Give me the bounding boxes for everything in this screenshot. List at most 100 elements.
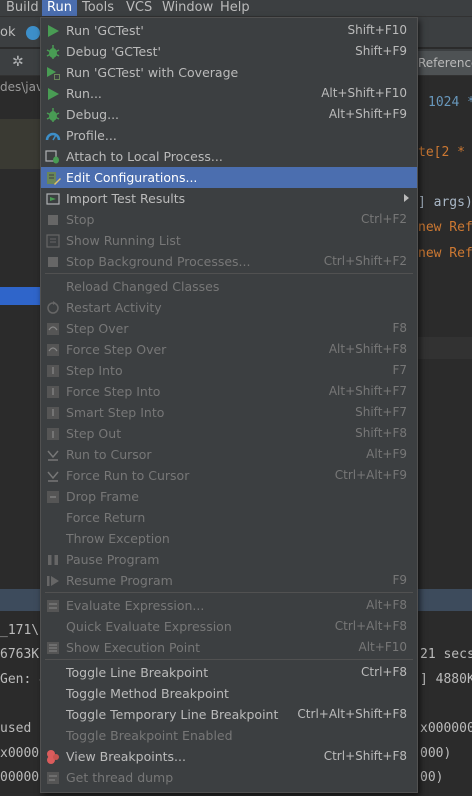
- menu-item-label: Toggle Method Breakpoint: [66, 686, 229, 701]
- menu-item-label: Evaluate Expression...: [66, 598, 205, 613]
- menu-window[interactable]: Window: [162, 0, 213, 16]
- menu-item-shortcut: Ctrl+Shift+F2: [323, 254, 407, 268]
- submenu-arrow-icon: [404, 194, 409, 202]
- menu-item-stop-background[interactable]: Stop Background Processes... Ctrl+Shift+…: [41, 251, 417, 272]
- menu-item-evaluate-expression[interactable]: Evaluate Expression... Alt+F8: [41, 595, 417, 616]
- force-step-over-icon: [45, 342, 61, 358]
- menu-build[interactable]: Build: [6, 0, 39, 16]
- menu-item-label: Throw Exception: [66, 531, 170, 546]
- debug-icon: [45, 44, 61, 60]
- code-fragment-3: ] args): [418, 195, 472, 210]
- menu-item-force-run-to-cursor[interactable]: Force Run to Cursor Ctrl+Alt+F9: [41, 465, 417, 486]
- force-step-into-icon: [45, 384, 61, 400]
- menu-vcs[interactable]: VCS: [126, 0, 152, 16]
- menu-item-label: Force Return: [66, 510, 146, 525]
- menu-item-label: Reload Changed Classes: [66, 279, 220, 294]
- menu-item-toggle-breakpoint-enabled[interactable]: Toggle Breakpoint Enabled: [41, 725, 417, 746]
- list-icon: [45, 233, 61, 249]
- console-fragment-7: x0000000: [420, 721, 472, 736]
- code-fragment-2: te[2 *: [418, 145, 465, 160]
- step-over-icon: [45, 321, 61, 337]
- menu-item-drop-frame[interactable]: Drop Frame: [41, 486, 417, 507]
- menu-item-force-step-over[interactable]: Force Step Over Alt+Shift+F8: [41, 339, 417, 360]
- editor-current-line: [416, 337, 472, 359]
- debug-icon: [45, 107, 61, 123]
- menu-item-shortcut: Alt+F10: [358, 640, 407, 654]
- menu-item-shortcut: Alt+Shift+F8: [328, 342, 407, 356]
- console-fragment-5: ] 4880K: [420, 672, 472, 687]
- menu-item-step-into[interactable]: Step Into F7: [41, 360, 417, 381]
- menu-item-get-thread-dump[interactable]: Get thread dump: [41, 767, 417, 788]
- menu-item-shortcut: Ctrl+F2: [361, 212, 407, 226]
- menu-item-quick-evaluate[interactable]: Quick Evaluate Expression Ctrl+Alt+F8: [41, 616, 417, 637]
- menu-item-shortcut: Ctrl+Alt+F9: [334, 468, 407, 482]
- editor-tab-label: Reference: [418, 56, 472, 70]
- menu-item-toggle-method-breakpoint[interactable]: Toggle Method Breakpoint: [41, 683, 417, 704]
- attach-icon: [45, 149, 61, 165]
- menu-item-profile[interactable]: Profile...: [41, 125, 417, 146]
- menu-item-reload-changed-classes[interactable]: Reload Changed Classes: [41, 276, 417, 297]
- menu-item-label: Toggle Temporary Line Breakpoint: [66, 707, 279, 722]
- project-path-fragment: des\jav: [0, 80, 44, 94]
- smart-step-into-icon: [45, 405, 61, 421]
- menu-item-shortcut: Alt+Shift+F9: [328, 107, 407, 121]
- menu-item-import-test-results[interactable]: Import Test Results: [41, 188, 417, 209]
- pause-icon: [45, 552, 61, 568]
- menu-item-label: Debug...: [66, 107, 120, 122]
- menu-item-label: Drop Frame: [66, 489, 139, 504]
- stop-icon: [45, 212, 61, 228]
- menu-run[interactable]: Run: [42, 0, 77, 16]
- menu-item-stop[interactable]: Stop Ctrl+F2: [41, 209, 417, 230]
- menu-item-smart-step-into[interactable]: Smart Step Into Shift+F7: [41, 402, 417, 423]
- menu-item-edit-configurations[interactable]: Edit Configurations...: [41, 167, 417, 188]
- menu-item-toggle-temporary-breakpoint[interactable]: Toggle Temporary Line Breakpoint Ctrl+Al…: [41, 704, 417, 725]
- restart-icon: [45, 300, 61, 316]
- menu-tools[interactable]: Tools: [82, 0, 114, 16]
- import-icon: [45, 191, 61, 207]
- menu-item-attach-process[interactable]: Attach to Local Process...: [41, 146, 417, 167]
- coverage-icon: [45, 65, 61, 81]
- menu-item-shortcut: Shift+F7: [355, 405, 407, 419]
- menu-item-toggle-line-breakpoint[interactable]: Toggle Line Breakpoint Ctrl+F8: [41, 662, 417, 683]
- menu-item-label: Step Into: [66, 363, 123, 378]
- menu-item-show-running-list[interactable]: Show Running List: [41, 230, 417, 251]
- menu-item-debug-gctest[interactable]: Debug 'GCTest' Shift+F9: [41, 41, 417, 62]
- menu-item-label: Profile...: [66, 128, 117, 143]
- menu-item-shortcut: Shift+F8: [355, 426, 407, 440]
- menu-item-view-breakpoints[interactable]: View Breakpoints... Ctrl+Shift+F8: [41, 746, 417, 767]
- menu-item-run-with-coverage[interactable]: Run 'GCTest' with Coverage: [41, 62, 417, 83]
- menu-item-run-to-cursor[interactable]: Run to Cursor Alt+F9: [41, 444, 417, 465]
- nav-fragment: ok: [0, 25, 16, 40]
- menu-item-throw-exception[interactable]: Throw Exception: [41, 528, 417, 549]
- menu-item-force-return[interactable]: Force Return: [41, 507, 417, 528]
- menu-item-pause-program[interactable]: Pause Program: [41, 549, 417, 570]
- code-fragment-5: new Ref: [418, 246, 472, 261]
- menu-item-step-out[interactable]: Step Out Shift+F8: [41, 423, 417, 444]
- resume-icon: [45, 573, 61, 589]
- menu-item-shortcut: Shift+F9: [355, 44, 407, 58]
- step-out-icon: [45, 426, 61, 442]
- menu-item-force-step-into[interactable]: Force Step Into Alt+Shift+F7: [41, 381, 417, 402]
- menu-item-run-gctest[interactable]: Run 'GCTest' Shift+F10: [41, 20, 417, 41]
- menu-item-restart-activity[interactable]: Restart Activity: [41, 297, 417, 318]
- menu-item-label: Force Step Over: [66, 342, 167, 357]
- menu-item-label: Attach to Local Process...: [66, 149, 223, 164]
- menu-item-run-dialog[interactable]: Run... Alt+Shift+F10: [41, 83, 417, 104]
- console-fragment-11: 00): [420, 770, 444, 785]
- menu-item-step-over[interactable]: Step Over F8: [41, 318, 417, 339]
- run-to-cursor-icon: [45, 447, 61, 463]
- menu-item-label: Run...: [66, 86, 102, 101]
- menu-item-label: Get thread dump: [66, 770, 174, 785]
- breakpoints-icon: [45, 749, 61, 765]
- menu-item-label: Stop: [66, 212, 95, 227]
- menu-item-debug-dialog[interactable]: Debug... Alt+Shift+F9: [41, 104, 417, 125]
- settings-gear-icon[interactable]: ✲: [12, 54, 24, 70]
- menu-item-label: Pause Program: [66, 552, 160, 567]
- menu-help[interactable]: Help: [220, 0, 250, 16]
- menu-item-resume-program[interactable]: Resume Program F9: [41, 570, 417, 591]
- class-icon: [26, 26, 40, 40]
- menu-item-label: Show Running List: [66, 233, 181, 248]
- menu-item-show-execution-point[interactable]: Show Execution Point Alt+F10: [41, 637, 417, 658]
- project-tree-selection: [0, 287, 40, 305]
- step-into-icon: [45, 363, 61, 379]
